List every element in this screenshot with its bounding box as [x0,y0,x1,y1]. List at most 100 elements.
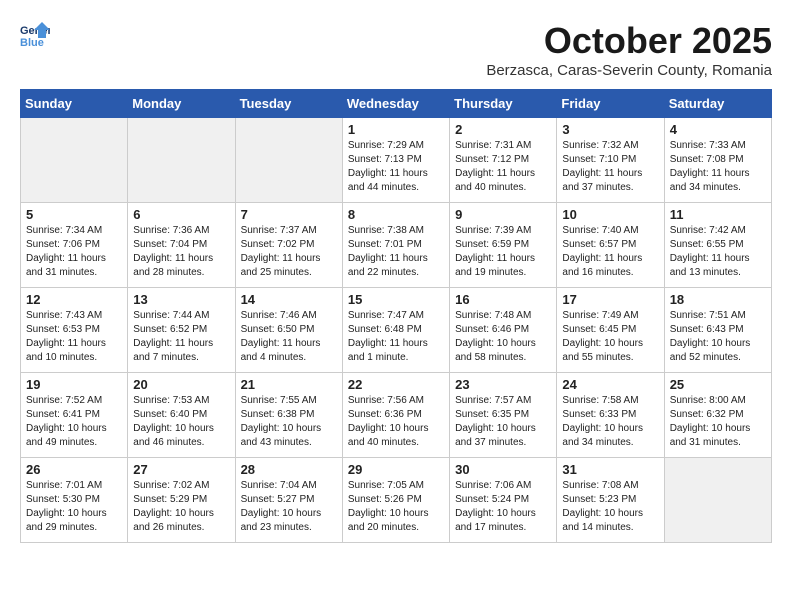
cell-text: Sunrise: 7:39 AM Sunset: 6:59 PM Dayligh… [455,224,551,280]
calendar-cell-day-16: 16Sunrise: 7:48 AM Sunset: 6:46 PM Dayli… [450,288,557,373]
day-number: 12 [26,292,122,307]
day-number: 22 [348,377,444,392]
svg-text:Blue: Blue [20,37,44,49]
day-number: 24 [562,377,658,392]
cell-text: Sunrise: 7:55 AM Sunset: 6:38 PM Dayligh… [241,394,337,450]
cell-text: Sunrise: 7:53 AM Sunset: 6:40 PM Dayligh… [133,394,229,450]
day-number: 4 [670,122,766,137]
calendar-week-row: 1 Sunrise: 7:29 AM Sunset: 7:13 PM Daylig… [21,118,772,203]
calendar-cell-day-22: 22 Sunrise: 7:56 AM Sunset: 6:36 PM Dayli… [342,373,449,458]
calendar-cell-day-7: 7 Sunrise: 7:37 AM Sunset: 7:02 PM Daylig… [235,203,342,288]
calendar-cell-day-20: 20 Sunrise: 7:53 AM Sunset: 6:40 PM Dayli… [128,373,235,458]
cell-text: Sunrise: 7:57 AM Sunset: 6:35 PM Dayligh… [455,394,551,450]
day-number: 20 [133,377,229,392]
weekday-header-friday: Friday [557,90,664,118]
day-number: 6 [133,207,229,222]
calendar-table: SundayMondayTuesdayWednesdayThursdayFrid… [20,89,772,543]
page-header: General Blue October 2025 Berzasca, Cara… [20,20,772,79]
calendar-cell-day-23: 23Sunrise: 7:57 AM Sunset: 6:35 PM Dayli… [450,373,557,458]
calendar-cell-day-2: 2 Sunrise: 7:31 AM Sunset: 7:12 PM Daylig… [450,118,557,203]
calendar-cell-day-14: 14 Sunrise: 7:46 AM Sunset: 6:50 PM Dayli… [235,288,342,373]
calendar-cell-day-31: 31 Sunrise: 7:08 AM Sunset: 5:23 PM Dayli… [557,458,664,543]
calendar-cell-day-10: 10Sunrise: 7:40 AM Sunset: 6:57 PM Dayli… [557,203,664,288]
calendar-subtitle: Berzasca, Caras-Severin County, Romania [486,62,772,79]
day-number: 19 [26,377,122,392]
cell-text: Sunrise: 8:00 AM Sunset: 6:32 PM Dayligh… [670,394,766,450]
cell-text: Sunrise: 7:08 AM Sunset: 5:23 PM Dayligh… [562,479,658,535]
calendar-cell-day-6: 6 Sunrise: 7:36 AM Sunset: 7:04 PM Daylig… [128,203,235,288]
calendar-week-row: 19 Sunrise: 7:52 AM Sunset: 6:41 PM Dayli… [21,373,772,458]
day-number: 16 [455,292,551,307]
weekday-header-wednesday: Wednesday [342,90,449,118]
day-number: 25 [670,377,766,392]
cell-text: Sunrise: 7:05 AM Sunset: 5:26 PM Dayligh… [348,479,444,535]
calendar-cell-empty [235,118,342,203]
cell-text: Sunrise: 7:02 AM Sunset: 5:29 PM Dayligh… [133,479,229,535]
calendar-cell-day-25: 25 Sunrise: 8:00 AM Sunset: 6:32 PM Dayli… [664,373,771,458]
calendar-week-row: 26 Sunrise: 7:01 AM Sunset: 5:30 PM Dayli… [21,458,772,543]
cell-text: Sunrise: 7:29 AM Sunset: 7:13 PM Dayligh… [348,139,444,195]
cell-text: Sunrise: 7:44 AM Sunset: 6:52 PM Dayligh… [133,309,229,365]
cell-text: Sunrise: 7:51 AM Sunset: 6:43 PM Dayligh… [670,309,766,365]
calendar-cell-empty [128,118,235,203]
day-number: 15 [348,292,444,307]
calendar-cell-day-8: 8 Sunrise: 7:38 AM Sunset: 7:01 PM Daylig… [342,203,449,288]
calendar-cell-day-15: 15 Sunrise: 7:47 AM Sunset: 6:48 PM Dayli… [342,288,449,373]
day-number: 29 [348,462,444,477]
day-number: 30 [455,462,551,477]
cell-text: Sunrise: 7:04 AM Sunset: 5:27 PM Dayligh… [241,479,337,535]
cell-text: Sunrise: 7:33 AM Sunset: 7:08 PM Dayligh… [670,139,766,195]
calendar-cell-day-19: 19 Sunrise: 7:52 AM Sunset: 6:41 PM Dayli… [21,373,128,458]
cell-text: Sunrise: 7:36 AM Sunset: 7:04 PM Dayligh… [133,224,229,280]
calendar-week-row: 12 Sunrise: 7:43 AM Sunset: 6:53 PM Dayli… [21,288,772,373]
cell-text: Sunrise: 7:37 AM Sunset: 7:02 PM Dayligh… [241,224,337,280]
day-number: 11 [670,207,766,222]
cell-text: Sunrise: 7:38 AM Sunset: 7:01 PM Dayligh… [348,224,444,280]
calendar-cell-day-28: 28 Sunrise: 7:04 AM Sunset: 5:27 PM Dayli… [235,458,342,543]
calendar-cell-day-21: 21Sunrise: 7:55 AM Sunset: 6:38 PM Dayli… [235,373,342,458]
cell-text: Sunrise: 7:40 AM Sunset: 6:57 PM Dayligh… [562,224,658,280]
day-number: 1 [348,122,444,137]
day-number: 9 [455,207,551,222]
day-number: 2 [455,122,551,137]
day-number: 5 [26,207,122,222]
cell-text: Sunrise: 7:52 AM Sunset: 6:41 PM Dayligh… [26,394,122,450]
weekday-header-monday: Monday [128,90,235,118]
cell-text: Sunrise: 7:31 AM Sunset: 7:12 PM Dayligh… [455,139,551,195]
day-number: 13 [133,292,229,307]
calendar-cell-day-9: 9 Sunrise: 7:39 AM Sunset: 6:59 PM Daylig… [450,203,557,288]
cell-text: Sunrise: 7:32 AM Sunset: 7:10 PM Dayligh… [562,139,658,195]
weekday-header-tuesday: Tuesday [235,90,342,118]
cell-text: Sunrise: 7:47 AM Sunset: 6:48 PM Dayligh… [348,309,444,365]
day-number: 8 [348,207,444,222]
cell-text: Sunrise: 7:34 AM Sunset: 7:06 PM Dayligh… [26,224,122,280]
cell-text: Sunrise: 7:01 AM Sunset: 5:30 PM Dayligh… [26,479,122,535]
logo: General Blue [20,20,50,50]
calendar-cell-day-26: 26 Sunrise: 7:01 AM Sunset: 5:30 PM Dayli… [21,458,128,543]
day-number: 14 [241,292,337,307]
cell-text: Sunrise: 7:42 AM Sunset: 6:55 PM Dayligh… [670,224,766,280]
day-number: 27 [133,462,229,477]
calendar-cell-day-29: 29 Sunrise: 7:05 AM Sunset: 5:26 PM Dayli… [342,458,449,543]
calendar-cell-day-5: 5 Sunrise: 7:34 AM Sunset: 7:06 PM Daylig… [21,203,128,288]
cell-text: Sunrise: 7:49 AM Sunset: 6:45 PM Dayligh… [562,309,658,365]
day-number: 28 [241,462,337,477]
calendar-cell-day-18: 18 Sunrise: 7:51 AM Sunset: 6:43 PM Dayli… [664,288,771,373]
cell-text: Sunrise: 7:06 AM Sunset: 5:24 PM Dayligh… [455,479,551,535]
weekday-header-row: SundayMondayTuesdayWednesdayThursdayFrid… [21,90,772,118]
calendar-cell-day-27: 27 Sunrise: 7:02 AM Sunset: 5:29 PM Dayli… [128,458,235,543]
cell-text: Sunrise: 7:43 AM Sunset: 6:53 PM Dayligh… [26,309,122,365]
day-number: 3 [562,122,658,137]
cell-text: Sunrise: 7:58 AM Sunset: 6:33 PM Dayligh… [562,394,658,450]
day-number: 26 [26,462,122,477]
calendar-cell-day-3: 3 Sunrise: 7:32 AM Sunset: 7:10 PM Daylig… [557,118,664,203]
cell-text: Sunrise: 7:56 AM Sunset: 6:36 PM Dayligh… [348,394,444,450]
calendar-cell-day-11: 11 Sunrise: 7:42 AM Sunset: 6:55 PM Dayli… [664,203,771,288]
day-number: 18 [670,292,766,307]
day-number: 7 [241,207,337,222]
calendar-cell-day-13: 13 Sunrise: 7:44 AM Sunset: 6:52 PM Dayli… [128,288,235,373]
day-number: 17 [562,292,658,307]
cell-text: Sunrise: 7:46 AM Sunset: 6:50 PM Dayligh… [241,309,337,365]
calendar-title: October 2025 [486,20,772,62]
day-number: 31 [562,462,658,477]
